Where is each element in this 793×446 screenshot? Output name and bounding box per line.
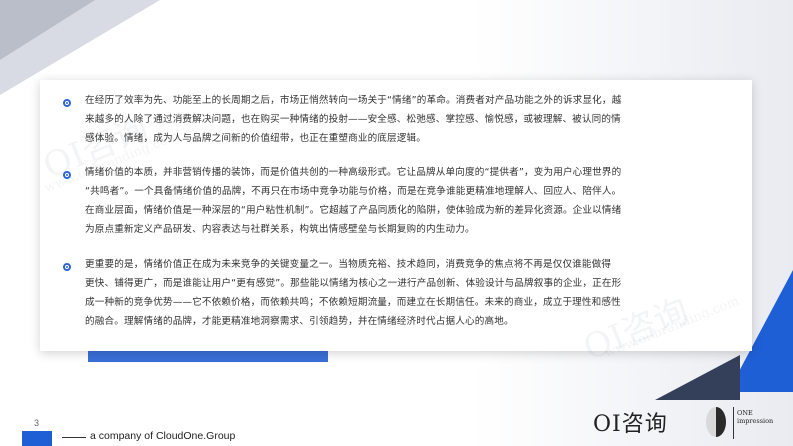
paragraph-line: 在商业层面，情绪价值是一种深层的“用户粘性机制”。它超越了产品同质化的陷阱，使体… [85, 205, 622, 216]
footer-blue-block [22, 431, 52, 446]
paragraph-line: 更快、铺得更广，而是谁能让用户“更有感觉”。那些能以情绪为核心之一进行产品创新、… [85, 278, 622, 289]
paragraph-line: 为原点重新定义产品研发、内容表达与社群关系，构筑出情感壁垒与长期复购的内生动力。 [85, 224, 475, 235]
corner-decoration-dark [0, 0, 95, 60]
footer-divider [62, 437, 86, 438]
brand-logo-icon [706, 407, 726, 437]
brand-logo-text: OI咨询 [593, 412, 668, 437]
paragraph-line: 情绪价值的本质，并非营销传播的装饰，而是价值共创的一种高级形式。它让品牌从单向度… [85, 167, 622, 178]
paragraph-line: 来越多的人除了通过消费解决问题，也在购买一种情绪的投射——安全感、松弛感、掌控感… [85, 114, 621, 125]
paragraph-3: 更重要的是，情绪价值正在成为未来竞争的关键变量之一。当物质充裕、技术趋同，消费竞… [85, 255, 725, 331]
brand-logo-subtitle: ONE impression [737, 409, 773, 425]
bullet-icon [63, 171, 71, 179]
content-card: OI咨询 www.oi-branding.com OI咨询 www.oi-bra… [38, 80, 752, 369]
footer-company-text: a company of CloudOne.Group [90, 430, 236, 442]
paragraph-2: 情绪价值的本质，并非营销传播的装饰，而是价值共创的一种高级形式。它让品牌从单向度… [85, 163, 725, 239]
logo-separator [733, 407, 734, 439]
bullet-icon [63, 99, 71, 107]
paragraph-line: “共鸣者”。一个具备情绪价值的品牌，不再只在市场中竞争功能与价格，而是在竞争谁能… [85, 186, 622, 197]
logo-sub-line: impression [737, 417, 774, 425]
paragraph-line: 成一种新的竞争优势——它不依赖价格，而依赖共鸣；不依赖短期流量，而建立在长期信任… [85, 297, 621, 308]
paragraph-line: 在经历了效率为先、功能至上的长周期之后，市场正悄然转向一场关于“情绪”的革命。消… [85, 95, 622, 106]
bullet-icon [63, 263, 71, 271]
navy-triangle-decoration [655, 355, 740, 400]
paragraph-line: 感体验。情绪，成为人与品牌之间新的价值纽带，也正在重塑商业的底层逻辑。 [85, 133, 427, 144]
page-number: 3 [34, 418, 40, 428]
paragraph-1: 在经历了效率为先、功能至上的长周期之后，市场正悄然转向一场关于“情绪”的革命。消… [85, 91, 725, 148]
paragraph-line: 的融合。理解情绪的品牌，才能更精准地洞察需求、引领趋势，并在情绪经济时代占据人心… [85, 316, 514, 327]
paragraph-line: 更重要的是，情绪价值正在成为未来竞争的关键变量之一。当物质充裕、技术趋同，消费竞… [85, 259, 612, 270]
logo-sub-line: ONE [737, 409, 753, 417]
